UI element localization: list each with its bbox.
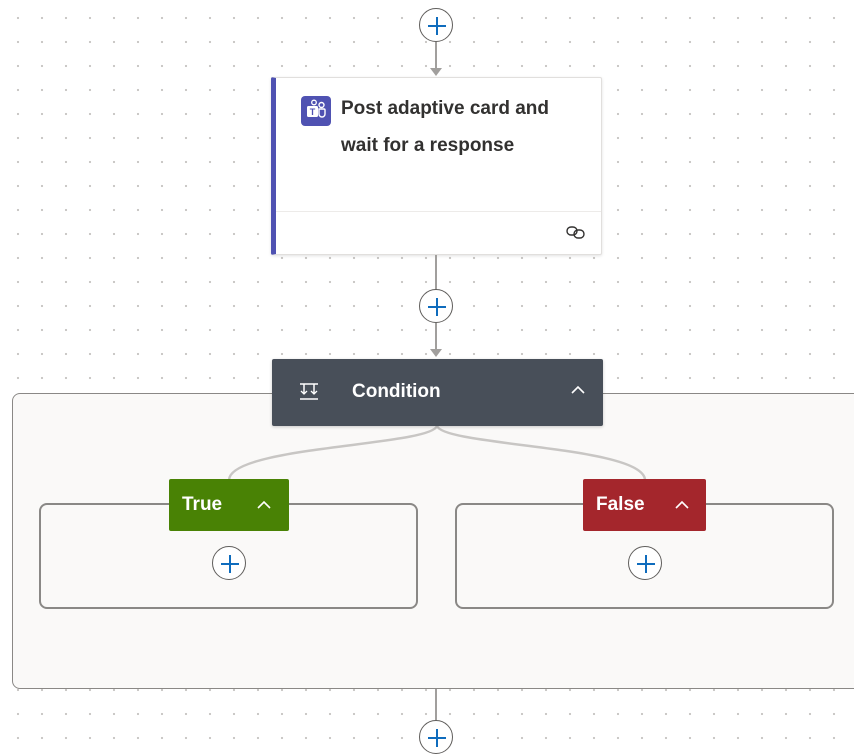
true-branch-label: True bbox=[182, 494, 223, 515]
false-branch-label: False bbox=[596, 494, 645, 515]
chevron-up-icon[interactable] bbox=[571, 385, 585, 395]
plus-icon bbox=[428, 729, 446, 747]
true-branch-header[interactable]: True bbox=[169, 479, 289, 531]
connector-line bbox=[435, 689, 437, 721]
plus-icon bbox=[221, 555, 239, 573]
condition-icon bbox=[300, 383, 318, 400]
add-step-button-false-branch[interactable] bbox=[628, 546, 662, 580]
chevron-up-icon[interactable] bbox=[257, 500, 271, 510]
add-step-button-bottom[interactable] bbox=[419, 720, 453, 754]
false-branch-header[interactable]: False bbox=[583, 479, 706, 531]
chevron-up-icon[interactable] bbox=[675, 500, 689, 510]
add-step-button-true-branch[interactable] bbox=[212, 546, 246, 580]
plus-icon bbox=[637, 555, 655, 573]
condition-header[interactable]: Condition bbox=[272, 359, 603, 426]
condition-title: Condition bbox=[352, 381, 441, 402]
